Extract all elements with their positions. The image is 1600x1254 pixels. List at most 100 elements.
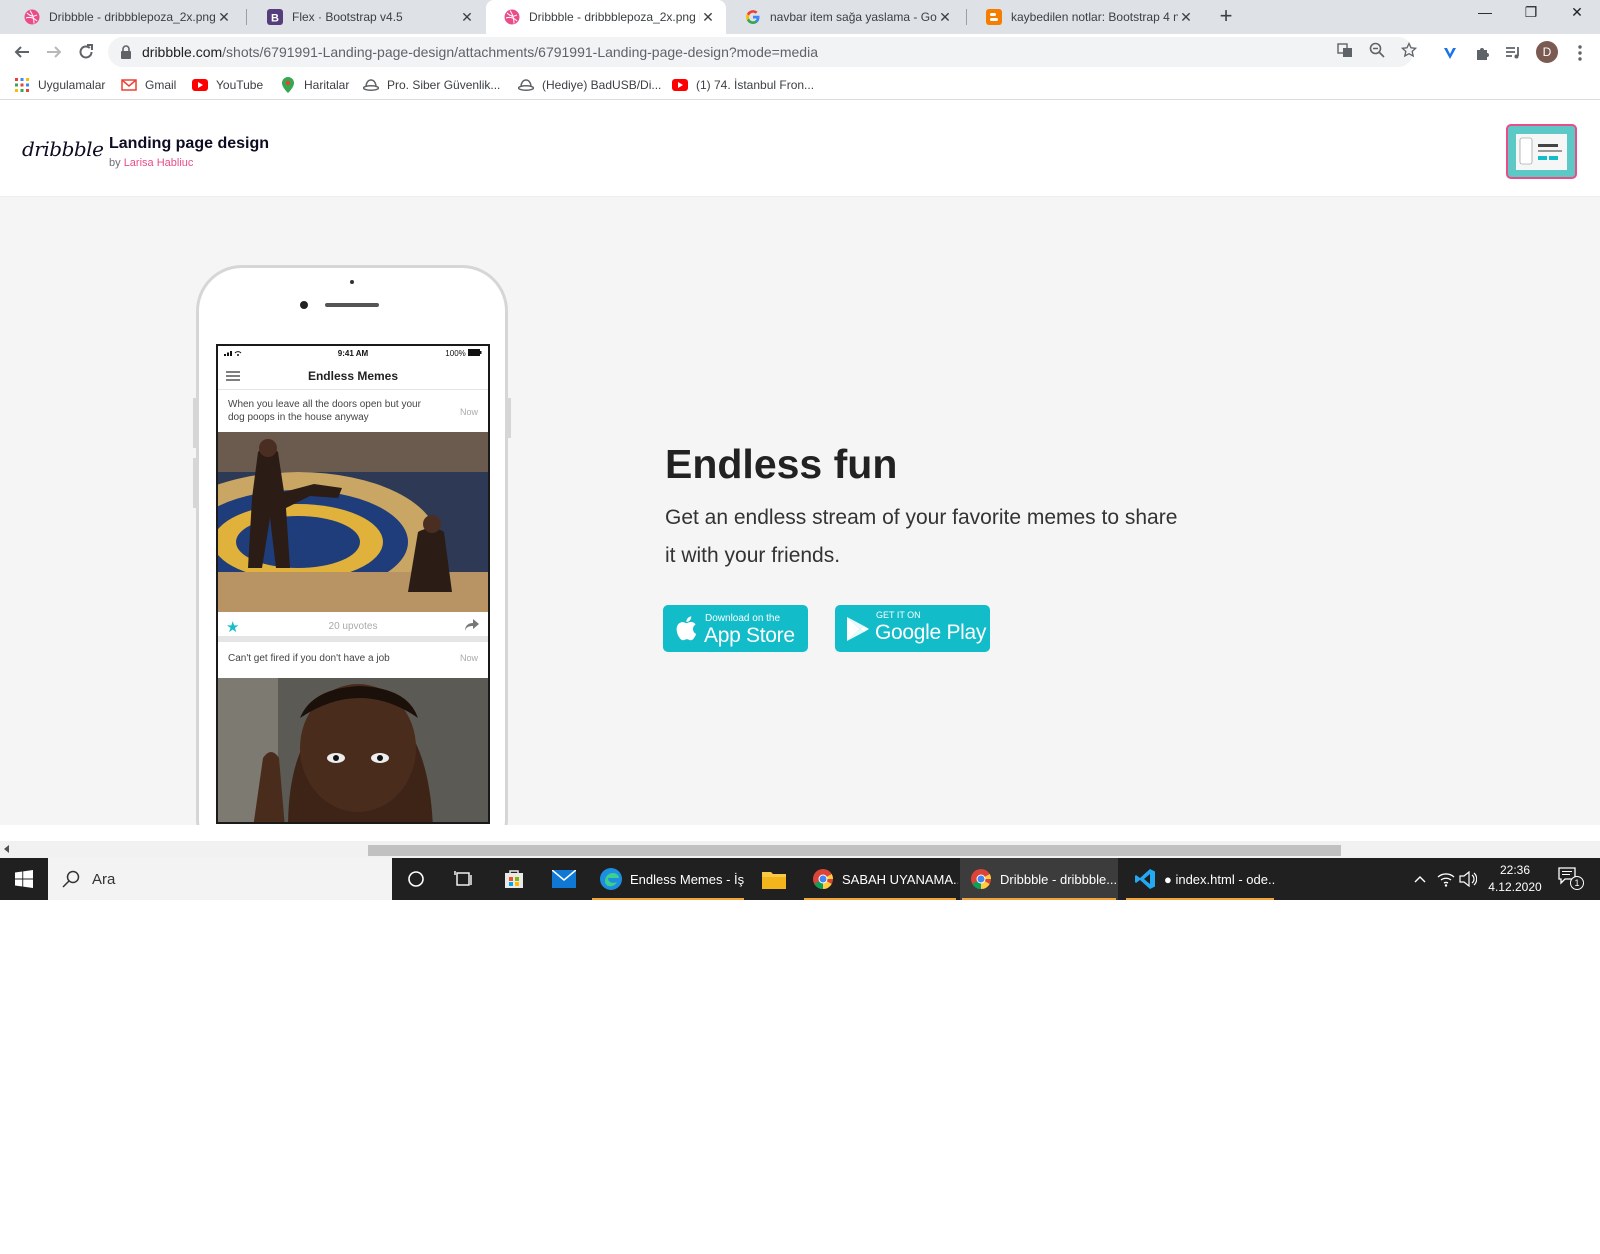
tab-dribbble-1[interactable]: Dribbble - dribbblepoza_2x.png b ✕	[6, 0, 242, 34]
post-time: Now	[459, 653, 478, 663]
maps-icon	[280, 77, 296, 93]
app-title: Endless Memes	[307, 369, 399, 383]
google-icon	[745, 9, 761, 25]
translate-icon[interactable]	[1336, 41, 1354, 59]
close-tab-icon[interactable]: ✕	[937, 9, 953, 26]
hat-icon	[518, 77, 534, 93]
close-tab-icon[interactable]: ✕	[216, 9, 232, 26]
tab-dribbble-active[interactable]: Dribbble - dribbblepoza_2x.png b ✕	[486, 0, 726, 34]
phone-camera	[300, 301, 308, 309]
edge-icon	[598, 866, 624, 892]
dribbble-icon	[24, 9, 40, 25]
phone-screen: 9:41 AM 100% Endless Memes When you leav…	[216, 344, 490, 824]
close-tab-icon[interactable]: ✕	[700, 9, 716, 26]
post-actions: ★ 20 upvotes	[218, 612, 488, 642]
tab-google[interactable]: navbar item sağa yaslama - Goog ✕	[727, 0, 963, 34]
close-tab-icon[interactable]: ✕	[1178, 9, 1194, 26]
cortana-icon[interactable]	[392, 858, 440, 900]
network-icon[interactable]	[1436, 870, 1456, 888]
back-button[interactable]	[10, 40, 34, 64]
post-image-basketball	[218, 432, 488, 612]
bookmark-apps[interactable]: Uygulamalar	[14, 76, 105, 94]
apple-icon	[676, 616, 697, 641]
bookmark-star-icon[interactable]	[1400, 41, 1418, 59]
url-host: dribbble.com	[142, 44, 223, 60]
post-caption: Can't get fired if you don't have a job …	[218, 642, 488, 678]
taskbar-app-edge[interactable]: Endless Memes - İş ...	[590, 858, 746, 900]
google-play-button[interactable]: GET IT ON Google Play	[835, 605, 990, 652]
tab-title: navbar item sağa yaslama - Goog	[770, 10, 937, 24]
share-icon[interactable]	[464, 618, 480, 632]
close-window-button[interactable]: ✕	[1554, 4, 1600, 21]
author-link[interactable]: Larisa Habliuc	[124, 157, 194, 169]
chrome-menu-icon[interactable]	[1570, 43, 1590, 63]
browser-toolbar: dribbble.com/shots/6791991-Landing-page-…	[0, 34, 1600, 70]
tab-title: Dribbble - dribbblepoza_2x.png b	[529, 10, 700, 24]
close-tab-icon[interactable]: ✕	[459, 9, 475, 26]
battery-indicator: 100%	[445, 349, 482, 358]
app-header: Endless Memes	[218, 362, 488, 390]
taskbar-app-chrome-1[interactable]: SABAH UYANAMA...	[802, 858, 958, 900]
bookmark-istanbul[interactable]: (1) 74. İstanbul Fron...	[672, 76, 814, 94]
forward-arrow-icon	[47, 46, 62, 58]
action-center-button[interactable]: 1	[1558, 867, 1584, 891]
new-tab-button[interactable]: +	[1214, 5, 1238, 29]
mail-icon[interactable]	[540, 858, 588, 900]
post-caption-text: Can't get fired if you don't have a job	[228, 653, 390, 664]
scroll-left-arrow-icon[interactable]	[4, 845, 9, 853]
windows-taskbar: Ara Endless Memes - İş ... SABAH UYANAMA…	[0, 858, 1600, 900]
restore-button[interactable]: ❐	[1508, 4, 1554, 21]
bookmark-gmail[interactable]: Gmail	[121, 76, 176, 94]
tab-bootstrap[interactable]: B Flex · Bootstrap v4.5 ✕	[249, 0, 485, 34]
taskbar-app-label: SABAH UYANAMA...	[842, 871, 958, 887]
taskbar-search-placeholder: Ara	[92, 870, 116, 888]
media-control-icon[interactable]	[1504, 43, 1524, 63]
zoom-icon[interactable]	[1368, 41, 1386, 59]
minimize-button[interactable]: —	[1462, 4, 1508, 20]
phone-side-button	[193, 458, 196, 508]
extension-v-icon[interactable]	[1440, 43, 1460, 63]
youtube-icon	[672, 77, 688, 93]
horizontal-scrollbar[interactable]	[0, 841, 1600, 858]
forward-button[interactable]	[42, 40, 66, 64]
taskbar-clock[interactable]: 22:36 4.12.2020	[1480, 862, 1550, 896]
app-store-big-text: App Store	[704, 624, 795, 647]
app-store-small-text: Download on the	[705, 613, 781, 624]
profile-avatar[interactable]: D	[1536, 41, 1558, 63]
taskbar-search[interactable]: Ara	[48, 858, 392, 900]
shot-media: 9:41 AM 100% Endless Memes When you leav…	[0, 197, 1600, 825]
dribbble-logo[interactable]: dribbble	[22, 137, 104, 161]
youtube-icon	[192, 77, 208, 93]
tab-divider	[246, 9, 247, 25]
show-hidden-icons-chevron-icon[interactable]	[1412, 870, 1428, 888]
app-store-button[interactable]: Download on the App Store	[663, 605, 808, 652]
scrollbar-thumb[interactable]	[368, 845, 1341, 856]
bookmark-siber[interactable]: Pro. Siber Güvenlik...	[363, 76, 500, 94]
windows-logo-icon	[15, 870, 33, 888]
bookmark-label: (1) 74. İstanbul Fron...	[696, 78, 815, 92]
extensions-puzzle-icon[interactable]	[1472, 43, 1492, 63]
attachment-thumbnail[interactable]	[1506, 124, 1577, 179]
volume-icon[interactable]	[1458, 870, 1478, 888]
bookmark-badusb[interactable]: (Hediye) BadUSB/Di...	[518, 76, 661, 94]
bookmark-maps[interactable]: Haritalar	[280, 76, 349, 94]
dribbble-header: dribbble Landing page design by Larisa H…	[0, 101, 1600, 197]
apps-grid-icon	[14, 77, 30, 93]
running-indicator	[804, 898, 956, 900]
address-bar[interactable]: dribbble.com/shots/6791991-Landing-page-…	[108, 37, 1413, 67]
phone-status-bar: 9:41 AM 100%	[218, 346, 488, 360]
task-view-icon[interactable]	[440, 858, 488, 900]
chrome-icon	[968, 866, 994, 892]
tab-blogger[interactable]: kaybedilen notlar: Bootstrap 4 na ✕	[968, 0, 1204, 34]
taskbar-app-vscode[interactable]: ● index.html - ode...	[1124, 858, 1276, 900]
bookmark-youtube[interactable]: YouTube	[192, 76, 263, 94]
running-indicator	[1126, 898, 1274, 900]
store-icon[interactable]	[490, 858, 538, 900]
taskbar-app-chrome-2[interactable]: Dribbble - dribbble...	[960, 858, 1118, 900]
reload-button[interactable]	[74, 40, 98, 64]
phone-mockup: 9:41 AM 100% Endless Memes When you leav…	[193, 265, 511, 825]
file-explorer-icon[interactable]	[750, 858, 798, 900]
start-button[interactable]	[0, 858, 48, 900]
clock-date: 4.12.2020	[1488, 880, 1542, 894]
bookmark-label: YouTube	[216, 78, 264, 92]
